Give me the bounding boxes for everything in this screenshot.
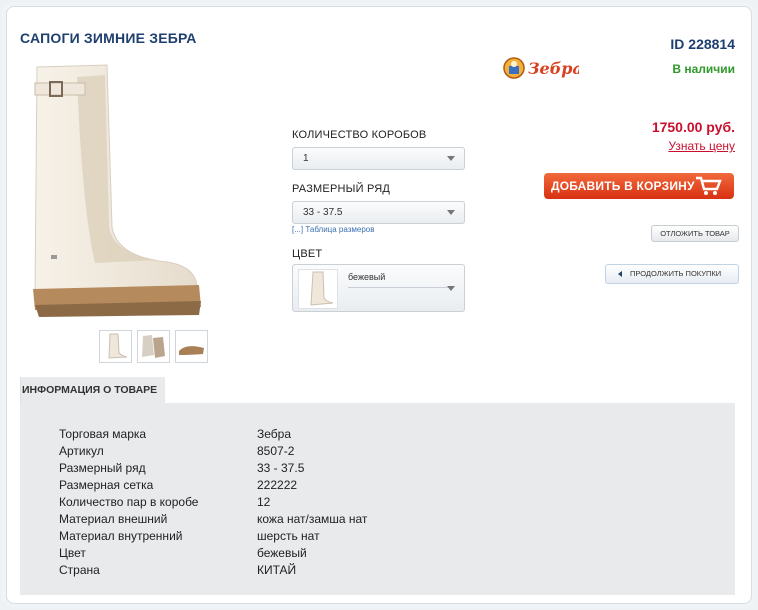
continue-shopping-label: ПРОДОЛЖИТЬ ПОКУПКИ xyxy=(630,269,722,278)
info-key: Количество пар в коробе xyxy=(59,495,199,509)
info-value: бежевый xyxy=(257,546,307,560)
info-value: 33 - 37.5 xyxy=(257,461,305,475)
boxes-select[interactable]: 1 xyxy=(292,147,465,170)
boxes-label: КОЛИЧЕСТВО КОРОБОВ xyxy=(292,129,427,141)
info-key: Материал внешний xyxy=(59,512,168,526)
size-value: 33 - 37.5 xyxy=(303,207,343,218)
info-value: 12 xyxy=(257,495,271,509)
info-key: Артикул xyxy=(59,444,104,458)
sole-thumb-icon xyxy=(179,346,204,355)
info-value: кожа нат/замша нат xyxy=(257,512,368,526)
color-label: ЦВЕТ xyxy=(292,248,323,260)
thumbnail-1[interactable] xyxy=(99,330,132,363)
info-value: шерсть нат xyxy=(257,529,320,543)
add-to-cart-label: ДОБАВИТЬ В КОРЗИНУ xyxy=(551,179,695,193)
product-price: 1750.00 руб. xyxy=(651,119,735,135)
availability-status: В наличии xyxy=(672,62,735,76)
size-chart-link[interactable]: [...] Таблица размеров xyxy=(292,225,375,234)
page-title: САПОГИ ЗИМНИЕ ЗЕБРА xyxy=(20,30,197,46)
info-value: 8507-2 xyxy=(257,444,295,458)
info-key: Материал внутренний xyxy=(59,529,183,543)
continue-shopping-button[interactable]: ПРОДОЛЖИТЬ ПОКУПКИ xyxy=(605,264,739,284)
color-value: бежевый xyxy=(348,272,386,282)
brand-logo-text: Зебра xyxy=(528,59,579,78)
product-photo[interactable] xyxy=(17,57,217,327)
product-info-table: Торговая марка Зебра Артикул 8507-2 Разм… xyxy=(20,403,735,595)
cart-icon xyxy=(696,176,722,195)
chevron-down-icon xyxy=(447,156,455,161)
info-key: Страна xyxy=(59,563,100,577)
boxes-value: 1 xyxy=(303,153,309,164)
defer-button[interactable]: ОТЛОЖИТЬ ТОВАР xyxy=(651,225,739,242)
product-id: ID 228814 xyxy=(670,36,735,52)
size-label: РАЗМЕРНЫЙ РЯД xyxy=(292,183,391,195)
info-key: Размерный ряд xyxy=(59,461,146,475)
info-key: Цвет xyxy=(59,546,86,560)
add-to-cart-button[interactable]: ДОБАВИТЬ В КОРЗИНУ xyxy=(544,173,734,199)
boot-swatch-icon xyxy=(310,271,334,306)
divider xyxy=(348,287,454,288)
size-select[interactable]: 33 - 37.5 xyxy=(292,201,465,224)
color-swatch xyxy=(298,269,338,309)
ask-price-link[interactable]: Узнать цену xyxy=(668,139,735,153)
product-panel: САПОГИ ЗИМНИЕ ЗЕБРА ID 228814 Зебра В на… xyxy=(6,6,752,604)
brand-logo: Зебра xyxy=(503,55,583,81)
thumbnail-strip xyxy=(99,330,208,363)
tab-product-info-label: ИНФОРМАЦИЯ О ТОВАРЕ xyxy=(22,384,158,396)
thumbnail-3[interactable] xyxy=(175,330,208,363)
thumbnail-2[interactable] xyxy=(137,330,170,363)
info-value: КИТАЙ xyxy=(257,563,297,577)
boot-thumb-icon xyxy=(108,333,128,359)
tab-product-info[interactable]: ИНФОРМАЦИЯ О ТОВАРЕ xyxy=(20,377,165,403)
info-value: Зебра xyxy=(257,427,292,441)
brand-logo-image: Зебра xyxy=(503,57,583,79)
triangle-left-icon xyxy=(618,271,622,277)
boot-pair-thumb-icon xyxy=(142,335,165,358)
boot-image xyxy=(33,64,201,317)
info-key: Торговая марка xyxy=(59,427,147,441)
info-value: 222222 xyxy=(257,478,298,492)
chevron-down-icon xyxy=(447,210,455,215)
chevron-down-icon xyxy=(447,286,455,291)
color-select[interactable]: бежевый xyxy=(292,264,465,312)
info-key: Размерная сетка xyxy=(59,478,154,492)
